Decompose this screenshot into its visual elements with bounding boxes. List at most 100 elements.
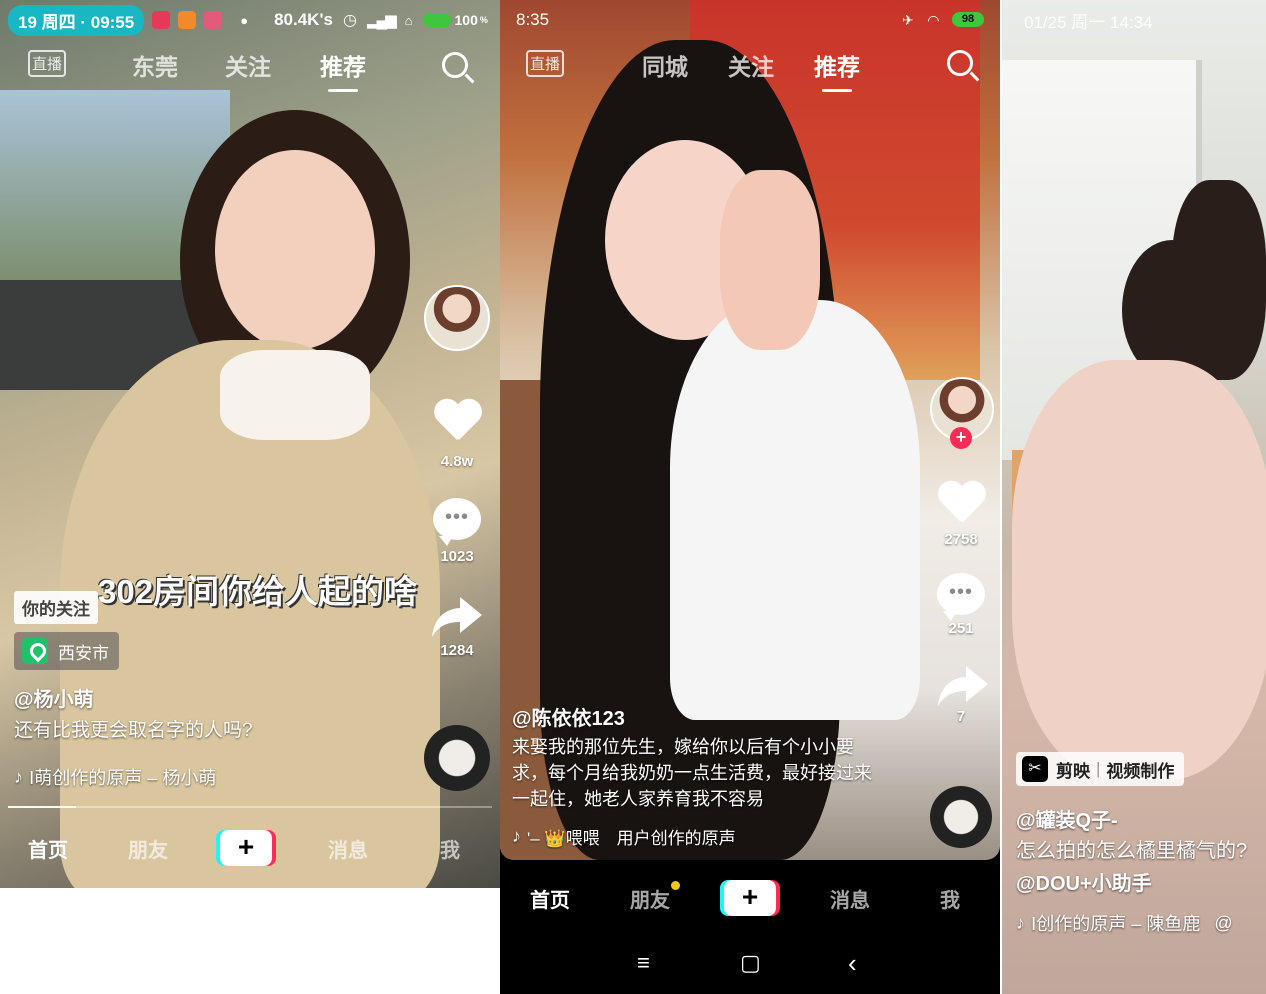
music-title: '– 👑喂喂 用户创作的原声 bbox=[527, 829, 736, 848]
heart-icon[interactable] bbox=[433, 400, 481, 444]
share-icon[interactable] bbox=[430, 595, 484, 639]
capcut-badge[interactable]: ✂ 剪映 | 视频制作 bbox=[1016, 752, 1185, 786]
like-count: 4.8w bbox=[440, 453, 474, 470]
follow-button[interactable]: + bbox=[950, 427, 972, 449]
create-button[interactable]: + bbox=[220, 830, 272, 866]
capcut-label: 视频制作 bbox=[1106, 761, 1175, 781]
video-description: 还有比我更会取名字的人吗? bbox=[14, 720, 253, 741]
tiktok-app-icon bbox=[152, 11, 171, 29]
music-disc[interactable] bbox=[424, 725, 490, 791]
progress-fill bbox=[8, 806, 76, 808]
net-speed: 80.4K's bbox=[274, 10, 333, 29]
comment-icon[interactable] bbox=[433, 498, 481, 546]
share-count: 7 bbox=[956, 708, 966, 725]
nav-me[interactable]: 我 bbox=[440, 834, 460, 863]
music-disc[interactable] bbox=[930, 786, 992, 848]
tab-local[interactable]: 东莞 bbox=[132, 48, 178, 82]
airplane-icon: ✈ bbox=[902, 11, 914, 28]
music-marquee[interactable]: ♪ Ⅰ萌创作的原声 – 杨小萌 bbox=[14, 764, 216, 790]
author-name[interactable]: @杨小萌 bbox=[14, 683, 94, 712]
status-bar: 8:35 ✈ ◠ 98 bbox=[500, 0, 1000, 40]
app-icon bbox=[178, 11, 197, 29]
heart-icon[interactable] bbox=[937, 482, 985, 526]
video-progress[interactable] bbox=[8, 806, 492, 808]
bottom-nav: 首页 朋友 + 消息 我 bbox=[500, 868, 1000, 928]
hair-shape bbox=[1172, 180, 1266, 380]
video-panel-3[interactable]: 01/25 周一 14:34 ✂ 剪映 | 视频制作 @罐装Q子- 怎么拍的怎么… bbox=[1002, 0, 1266, 994]
face-shape bbox=[215, 150, 375, 350]
shirt-shape bbox=[670, 300, 920, 720]
comment-count: 251 bbox=[948, 620, 974, 637]
bottom-nav: 首页 朋友 + 消息 我 bbox=[0, 818, 500, 878]
status-bar: 01/25 周一 14:34 bbox=[1002, 0, 1266, 40]
tab-nearby[interactable]: 同城 bbox=[642, 48, 688, 82]
signal-icon: ▂▄▆ bbox=[366, 12, 397, 29]
location-icon bbox=[22, 638, 48, 664]
hand-shape bbox=[720, 170, 820, 350]
tab-following[interactable]: 关注 bbox=[225, 48, 271, 82]
nav-friends[interactable]: 朋友 bbox=[630, 884, 670, 913]
share-icon[interactable] bbox=[936, 664, 990, 708]
creator-avatar[interactable] bbox=[424, 285, 490, 351]
nav-home[interactable]: 首页 bbox=[530, 884, 570, 913]
battery-icon bbox=[422, 13, 451, 27]
nav-me[interactable]: 我 bbox=[940, 884, 960, 913]
capcut-brand: 剪映 bbox=[1056, 761, 1090, 781]
nav-friends[interactable]: 朋友 bbox=[128, 834, 168, 863]
status-time: 19 周四 · 09:55 bbox=[8, 4, 145, 36]
mention-link[interactable]: @DOU+小助手 bbox=[1016, 867, 1152, 896]
menu-icon[interactable]: ≡ bbox=[637, 950, 650, 976]
app-icon bbox=[204, 11, 223, 29]
top-tabs: 直播 同城 关注 推荐 bbox=[500, 44, 1000, 88]
comment-count: 1023 bbox=[440, 548, 474, 565]
music-title: Ⅰ萌创作的原声 – 杨小萌 bbox=[29, 768, 217, 788]
capcut-icon: ✂ bbox=[1022, 756, 1048, 782]
top-tabs: 直播 东莞 关注 推荐 bbox=[0, 44, 500, 88]
like-count: 2758 bbox=[944, 531, 978, 548]
live-button[interactable]: 直播 bbox=[28, 50, 67, 77]
fleece-shape bbox=[1012, 360, 1266, 780]
music-marquee[interactable]: ♪ '– 👑喂喂 用户创作的原声 bbox=[512, 824, 752, 849]
music-note-icon: ♪ bbox=[1016, 912, 1025, 933]
author-name[interactable]: @陈依依123 bbox=[512, 702, 625, 731]
live-button[interactable]: 直播 bbox=[526, 50, 565, 77]
wifi-icon: ◠ bbox=[928, 11, 939, 28]
tab-recommended[interactable]: 推荐 bbox=[814, 48, 860, 82]
video-panel-1[interactable]: 19 周四 · 09:55 ● 80.4K's ◷ ▂▄▆ ⌂ 100 % 直播… bbox=[0, 0, 500, 888]
home-icon[interactable]: ▢ bbox=[740, 950, 761, 976]
following-tag: 你的关注 bbox=[14, 591, 98, 624]
nav-messages[interactable]: 消息 bbox=[830, 884, 870, 913]
tab-following[interactable]: 关注 bbox=[728, 48, 774, 82]
tab-recommended[interactable]: 推荐 bbox=[320, 48, 366, 82]
share-count: 1284 bbox=[440, 642, 474, 659]
notification-dot bbox=[671, 881, 680, 890]
status-bar: 19 周四 · 09:55 ● 80.4K's ◷ ▂▄▆ ⌂ 100 % bbox=[0, 0, 500, 40]
location-label: 西安市 bbox=[58, 643, 109, 663]
nav-home[interactable]: 首页 bbox=[28, 834, 68, 863]
music-note-icon: ♪ bbox=[512, 826, 521, 846]
music-title-tail: @ bbox=[1214, 912, 1233, 933]
music-note-icon: ♪ bbox=[14, 766, 23, 787]
author-name[interactable]: @罐装Q子- bbox=[1016, 804, 1118, 833]
video-panel-2: 8:35 ✈ ◠ 98 直播 同城 关注 推荐 + 2758 251 7 @陈依… bbox=[500, 0, 1000, 994]
separator: | bbox=[1096, 759, 1101, 778]
wifi-icon: ⌂ bbox=[404, 12, 413, 28]
location-chip[interactable]: 西安市 bbox=[14, 632, 119, 670]
comment-icon[interactable] bbox=[937, 573, 985, 621]
dot-icon: ● bbox=[240, 12, 249, 28]
video-overlay-text: 302房间你给人起的啥 bbox=[98, 573, 418, 610]
battery-icon: 98 bbox=[952, 12, 984, 27]
battery-unit: % bbox=[479, 15, 488, 25]
back-icon[interactable]: ‹ bbox=[848, 948, 857, 979]
status-time: 01/25 周一 14:34 bbox=[1024, 12, 1153, 32]
nav-messages[interactable]: 消息 bbox=[328, 834, 368, 863]
battery-level: 100 bbox=[454, 12, 478, 28]
alarm-icon: ◷ bbox=[342, 12, 357, 29]
search-icon[interactable] bbox=[442, 52, 468, 78]
search-icon[interactable] bbox=[947, 50, 973, 76]
collar-shape bbox=[220, 350, 370, 440]
music-marquee[interactable]: ♪ Ⅰ创作的原声 – 陳鱼鹿 @ bbox=[1016, 910, 1266, 936]
music-title: Ⅰ创作的原声 – 陳鱼鹿 bbox=[1031, 914, 1201, 934]
create-button[interactable]: + bbox=[724, 880, 776, 916]
video-area[interactable]: 8:35 ✈ ◠ 98 直播 同城 关注 推荐 + 2758 251 7 @陈依… bbox=[500, 0, 1000, 860]
